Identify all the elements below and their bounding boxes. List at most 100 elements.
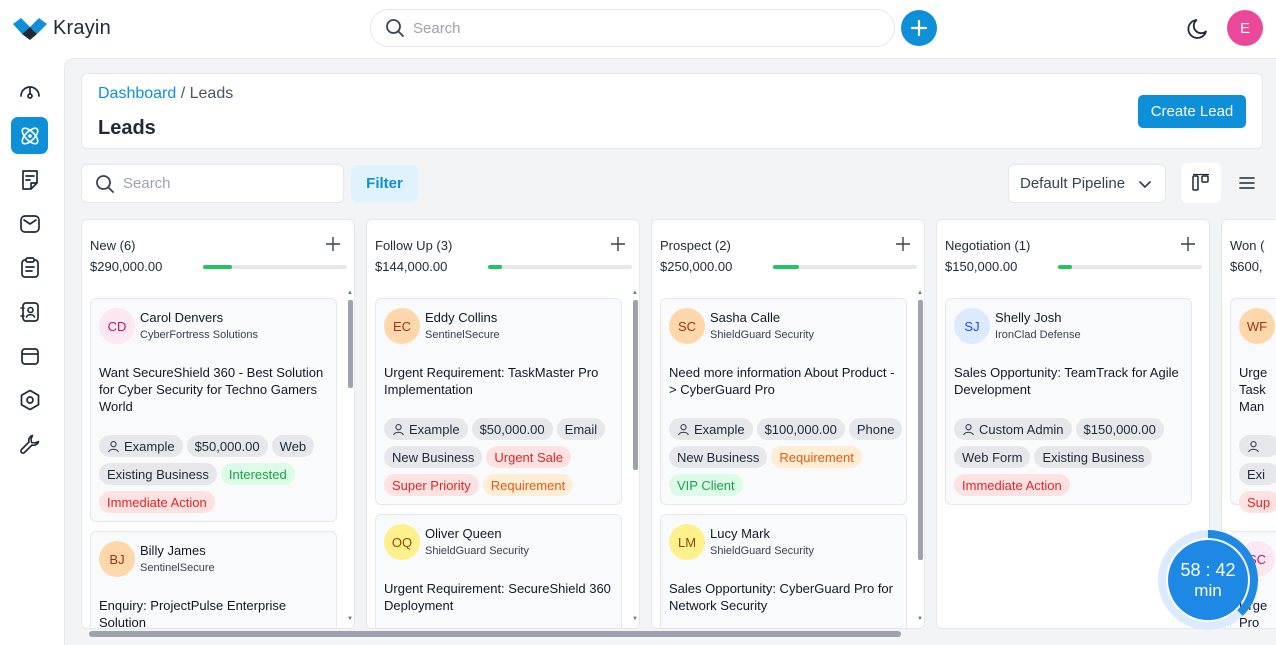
user-avatar[interactable]: E [1227,10,1263,46]
scroll-down-arrow[interactable]: ▼ [917,616,923,622]
scroll-down-arrow[interactable]: ▼ [347,616,353,622]
lead-card[interactable]: EC Eddy Collins SentinelSecure Urgent Re… [375,298,622,505]
lead-person-name[interactable]: Oliver Queen [425,526,502,541]
sidebar-item-dashboard[interactable] [11,72,48,109]
breadcrumb-dashboard-link[interactable]: Dashboard [98,85,176,102]
breadcrumb-current: Leads [189,85,234,102]
lead-organization: IronClad Defense [995,329,1081,341]
lead-title: Enquiry: ProjectPulse Enterprise Solutio… [99,598,287,629]
stage-title: Won ( [1230,238,1265,253]
pipeline-select[interactable]: Default Pipeline [1008,164,1166,203]
global-search-input[interactable] [413,19,853,37]
sidebar-item-products[interactable] [11,337,48,374]
dark-mode-toggle-icon[interactable] [1186,15,1212,41]
global-search[interactable] [370,9,895,47]
user-icon [1248,440,1259,452]
lead-person-name[interactable]: Eddy Collins [425,310,497,325]
user-icon [393,423,404,435]
lead-person-name[interactable]: Lucy Mark [710,526,770,541]
activities-icon [20,256,39,278]
lead-tag: Immediate Action [954,474,1070,496]
sidebar-item-activities[interactable] [11,249,48,286]
products-icon [20,347,39,365]
user-icon [963,423,974,435]
stage-progress [1058,265,1202,269]
scrollbar-thumb[interactable] [918,300,923,560]
add-lead-icon[interactable] [1180,236,1196,252]
sidebar-item-mail[interactable] [11,205,48,242]
sidebar-item-leads[interactable] [11,117,48,154]
lead-tag: Requirement [482,474,574,496]
scrollbar-thumb[interactable] [633,300,638,470]
add-lead-icon[interactable] [610,236,626,252]
sidebar-item-quotes[interactable] [11,161,48,198]
stage-progress-fill [203,265,232,269]
scroll-up-arrow[interactable]: ▲ [347,290,353,296]
lead-avatar: LM [669,524,705,560]
filter-button[interactable]: Filter [351,165,418,202]
list-view-button[interactable] [1227,163,1267,203]
sidebar-item-configuration[interactable] [11,425,48,462]
add-lead-icon[interactable] [895,236,911,252]
lead-avatar: OQ [384,524,420,560]
add-lead-icon[interactable] [325,236,341,252]
leads-search-input[interactable] [123,175,323,192]
column-scrollbar[interactable]: ▲ ▼ [346,290,354,622]
lead-organization: ShieldGuard Security [710,329,814,341]
user-icon [108,440,119,452]
lead-card[interactable]: SJ Shelly Josh IronClad Defense Sales Op… [945,298,1192,505]
quotes-icon [21,169,38,190]
lead-person-name[interactable]: Shelly Josh [995,310,1061,325]
scroll-up-arrow[interactable]: ▲ [632,290,638,296]
lead-card[interactable]: CD Carol Denvers CyberFortress Solutions… [90,298,337,522]
list-view-icon [1239,177,1255,189]
lead-owner-tag: Custom Admin [954,418,1072,440]
app-logo[interactable]: Krayin [13,16,111,40]
lead-avatar: SJ [954,308,990,344]
lead-tag: New Business [384,446,483,468]
lead-organization: ShieldGuard Security [710,545,814,557]
sidebar-item-settings[interactable] [11,381,48,418]
lead-card[interactable]: LM Lucy Mark ShieldGuard Security Sales … [660,514,907,628]
lead-card[interactable]: SC Sasha Calle ShieldGuard Security Need… [660,298,907,505]
lead-owner-tag: Example [99,435,183,457]
scrollbar-thumb[interactable] [348,300,353,388]
lead-tag: $50,000.00 [186,435,268,457]
stage-progress [773,265,917,269]
stage-title: New (6) [90,238,136,253]
search-icon [96,174,114,193]
contacts-icon [19,301,39,322]
column-scrollbar[interactable]: ▲ ▼ [916,290,924,622]
session-timer[interactable]: 58 : 42 min [1158,530,1258,630]
lead-card[interactable]: WF Urge Task Man Exi Sup [1230,298,1276,513]
lead-card[interactable]: OQ Oliver Queen ShieldGuard Security Urg… [375,514,622,628]
lead-title: Urgent Requirement: SecureShield 360 Dep… [384,581,611,613]
lead-person-name[interactable]: Sasha Calle [710,310,780,325]
lead-avatar: CD [99,308,135,344]
lead-organization: ShieldGuard Security [425,545,529,557]
board-horizontal-scrollbar[interactable] [89,631,901,637]
stage-progress-fill [488,265,503,269]
lead-title: Sales Opportunity: TeamTrack for Agile D… [954,365,1179,397]
create-lead-button[interactable]: Create Lead [1138,95,1246,128]
sidebar-item-contacts[interactable] [11,293,48,330]
plus-icon [910,19,928,37]
pipeline-select-value: Default Pipeline [1020,175,1126,192]
stage-progress [203,265,347,269]
lead-tag: Email [556,418,606,440]
scroll-down-arrow[interactable]: ▼ [632,616,638,622]
kanban-view-button[interactable] [1181,163,1221,203]
user-icon [678,423,689,435]
column-scrollbar[interactable]: ▲ ▼ [631,290,639,622]
stage-amount: $290,000.00 [90,259,163,274]
lead-person-name[interactable]: Carol Denvers [140,310,223,325]
lead-card[interactable]: BJ Billy James SentinelSecure Enquiry: P… [90,531,337,629]
scroll-up-arrow[interactable]: ▲ [917,290,923,296]
lead-tag: Super Priority [384,474,479,496]
lead-tag: Existing Business [1034,446,1153,468]
leads-search[interactable] [81,164,344,203]
quick-create-button[interactable] [901,10,937,46]
lead-organization: SentinelSecure [140,562,215,574]
lead-person-name[interactable]: Billy James [140,543,206,558]
stage-title: Negotiation (1) [945,238,1031,253]
